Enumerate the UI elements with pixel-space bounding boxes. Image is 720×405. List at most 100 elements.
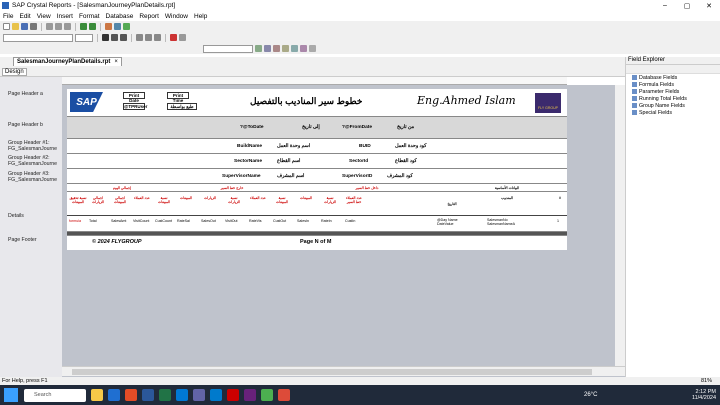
build-name-label[interactable]: اسم وحدة العمل [277, 144, 310, 149]
from-date-field[interactable]: ?@FromDate [342, 125, 372, 130]
col-header-13[interactable]: عدد العملاء خط السير [345, 196, 363, 204]
insert-box-icon[interactable] [309, 45, 316, 52]
col-header-11[interactable]: المبيعات [297, 196, 315, 200]
minimize-button[interactable]: – [654, 0, 676, 11]
footer-copyright[interactable]: © 2024 FLYGROUP [92, 239, 142, 245]
visual-studio-icon[interactable] [244, 389, 256, 401]
refresh-icon[interactable] [105, 23, 112, 30]
scroll-thumb[interactable] [72, 369, 592, 375]
detail-field-10[interactable]: CustOut [273, 219, 295, 223]
copy-icon[interactable] [55, 23, 62, 30]
col-header-12[interactable]: نسبة الزيارات [321, 196, 339, 204]
windows-start-icon[interactable] [4, 388, 18, 402]
col-header-5[interactable]: نسبة المبيعات [155, 196, 173, 204]
new-icon[interactable] [3, 23, 10, 30]
menu-view[interactable]: View [37, 13, 51, 20]
detail-field-4[interactable]: VisitCount [133, 219, 153, 223]
supervisor-id-label[interactable]: كود المشرف [387, 174, 413, 179]
detail-field-11[interactable]: SalesIn [297, 219, 319, 223]
undo-icon[interactable] [80, 23, 87, 30]
supervisor-name-field[interactable]: SuperVisorName [222, 174, 261, 179]
vscode-icon[interactable] [210, 389, 222, 401]
col-header-9[interactable]: عدد العملاء [249, 196, 267, 200]
detail-index-field[interactable]: 1 [557, 219, 565, 223]
menu-database[interactable]: Database [106, 13, 134, 20]
insert-text-icon[interactable] [264, 45, 271, 52]
detail-salesman-field[interactable]: SalesmanNo SalesmanNameA [487, 218, 531, 226]
print-time-label[interactable]: Print Time [167, 92, 189, 103]
menu-edit[interactable]: Edit [19, 13, 30, 20]
insert-group-icon[interactable] [273, 45, 280, 52]
fe-special-fields[interactable]: Special Fields [632, 109, 720, 116]
group-total-day[interactable]: إجمالي اليوم [87, 186, 157, 190]
detail-field-2[interactable]: Total [89, 219, 109, 223]
detail-field-1[interactable]: formula [69, 219, 87, 223]
col-header-date[interactable]: التاريخ [437, 202, 467, 206]
col-header-3[interactable]: اجمالي المبيعات [111, 196, 129, 204]
file-explorer-icon[interactable] [91, 389, 103, 401]
section-details[interactable]: Details [8, 213, 24, 219]
insert-summary-icon[interactable] [282, 45, 289, 52]
footer-page-number[interactable]: Page N of M [300, 239, 331, 245]
app-icon-3[interactable] [227, 389, 239, 401]
print-user-field[interactable]: @TPRUser [123, 103, 147, 110]
detail-field-6[interactable]: RateSal [177, 219, 199, 223]
menu-file[interactable]: File [3, 13, 13, 20]
detail-field-7[interactable]: SalesOut [201, 219, 223, 223]
to-date-field[interactable]: ?@ToDate [240, 125, 264, 130]
menu-help[interactable]: Help [194, 13, 207, 20]
excel-icon[interactable] [159, 389, 171, 401]
edge-icon[interactable] [176, 389, 188, 401]
section-page-header-b[interactable]: Page Header b [8, 122, 43, 128]
sector-id-field[interactable]: SectorId [349, 159, 368, 164]
open-icon[interactable] [12, 23, 19, 30]
sector-id-label[interactable]: كود القطاع [395, 159, 417, 164]
insert-field-icon[interactable] [255, 45, 262, 52]
col-header-index[interactable]: # [555, 196, 565, 200]
group-basic-data[interactable]: البيانات الأساسية [467, 186, 547, 190]
group-inside-route[interactable]: داخل خط السير [327, 186, 407, 190]
bold-icon[interactable] [102, 34, 109, 41]
from-date-label[interactable]: من تاريخ [397, 125, 414, 130]
fe-formula-fields[interactable]: Formula Fields [632, 81, 720, 88]
app-icon-4[interactable] [261, 389, 273, 401]
detail-field-12[interactable]: RateIn [321, 219, 343, 223]
design-tab[interactable]: Design [2, 68, 27, 76]
vertical-scrollbar[interactable] [615, 85, 625, 366]
col-header-2[interactable]: اجمالي الزيارات [89, 196, 107, 204]
fe-parameter-fields[interactable]: Parameter Fields [632, 88, 720, 95]
menu-report[interactable]: Report [139, 13, 159, 20]
supervisor-id-field[interactable]: SuperVisorID [342, 174, 372, 179]
font-color-icon[interactable] [170, 34, 177, 41]
crystal-reports-icon[interactable] [108, 389, 120, 401]
menu-insert[interactable]: Insert [57, 13, 73, 20]
to-date-label[interactable]: إلى تاريخ [302, 125, 320, 130]
menu-format[interactable]: Format [79, 13, 100, 20]
border-icon[interactable] [179, 34, 186, 41]
col-header-10[interactable]: نسبة المبيعات [273, 196, 291, 204]
section-group-header-1[interactable]: Group Header #1: FG_SalesmanJourne [8, 140, 60, 152]
col-header-6[interactable]: المبيعات [177, 196, 195, 200]
supervisor-name-label[interactable]: اسم المشرف [277, 174, 304, 179]
buid-field[interactable]: BUID [359, 144, 371, 149]
fe-database-fields[interactable]: Database Fields [632, 74, 720, 81]
close-tab-icon[interactable]: × [114, 59, 118, 65]
detail-field-5[interactable]: CustCount [155, 219, 175, 223]
horizontal-scrollbar[interactable] [62, 366, 625, 376]
align-center-icon[interactable] [145, 34, 152, 41]
cut-icon[interactable] [46, 23, 53, 30]
font-name-select[interactable] [3, 33, 73, 42]
report-title[interactable]: خطوط سير المناديب بالتفصيل [250, 96, 363, 107]
save-icon[interactable] [21, 23, 28, 30]
col-header-4[interactable]: عدد العملاء [133, 196, 151, 200]
align-left-icon[interactable] [136, 34, 143, 41]
italic-icon[interactable] [111, 34, 118, 41]
sector-name-label[interactable]: اسم القطاع [277, 159, 300, 164]
detail-date-field[interactable]: @Day Name DateValue [437, 218, 469, 226]
section-page-header-a[interactable]: Page Header a [8, 91, 43, 97]
col-header-7[interactable]: الزيارات [201, 196, 219, 200]
zoom-icon[interactable] [114, 23, 121, 30]
redo-icon[interactable] [89, 23, 96, 30]
section-page-footer[interactable]: Page Footer [8, 237, 37, 243]
col-header-1[interactable]: نسبة تحقيق المبيعات [69, 196, 87, 204]
